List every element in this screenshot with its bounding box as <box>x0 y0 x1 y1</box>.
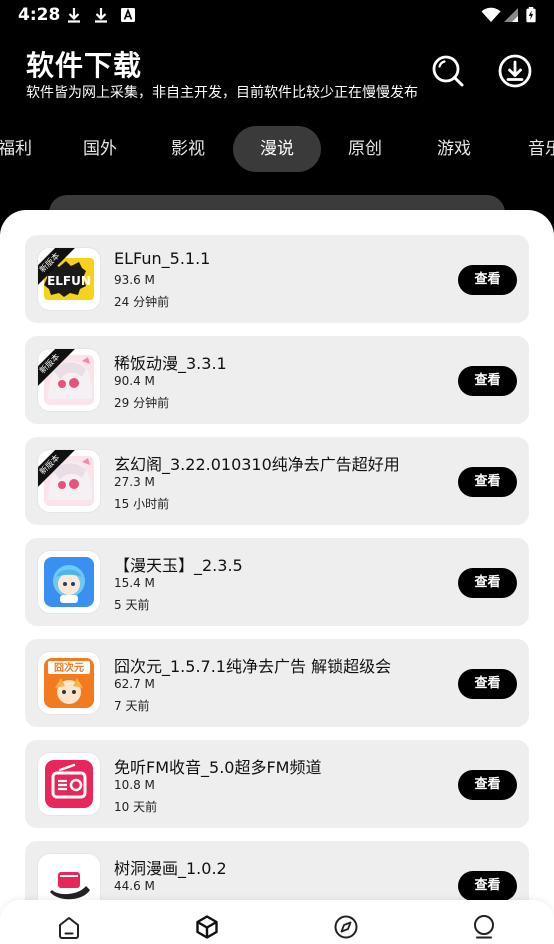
radio-app-icon <box>38 753 100 815</box>
app-name: 【漫天玉】_2.3.5 <box>114 556 243 575</box>
tab-yuanchuang[interactable]: 原创 <box>334 126 396 172</box>
app-size: 44.6 M <box>114 879 155 893</box>
svg-text:ELFUN: ELFUN <box>47 274 91 288</box>
app-time: 10 天前 <box>114 800 158 814</box>
download-circle-icon[interactable] <box>497 53 533 89</box>
elfun-app-icon: ELFUN 新版本 <box>38 248 100 310</box>
app-time: 15 小时前 <box>114 497 170 511</box>
view-button[interactable]: 查看 <box>458 669 517 699</box>
view-button[interactable]: 查看 <box>458 366 517 396</box>
a-notification-icon <box>121 8 135 22</box>
view-button[interactable]: 查看 <box>458 770 517 800</box>
wifi-icon <box>481 7 501 22</box>
blue-hair-chibi-app-icon <box>38 551 100 613</box>
app-name: 囧次元_1.5.7.1纯净去广告 解锁超级会 <box>114 657 392 676</box>
category-tabs: 福利 国外 影视 漫说 原创 游戏 音乐 <box>0 126 554 172</box>
app-time: 7 天前 <box>114 699 150 713</box>
app-size: 27.3 M <box>114 475 155 489</box>
app-time: 24 分钟前 <box>114 295 170 309</box>
bottom-navigation <box>0 900 554 944</box>
app-size: 90.4 M <box>114 374 155 388</box>
view-button[interactable]: 查看 <box>458 568 517 598</box>
app-size: 62.7 M <box>114 677 155 691</box>
status-bar: 4:28 <box>0 0 554 32</box>
download-icon <box>95 8 107 23</box>
jiongciyuan-app-icon: 囧次元 <box>38 652 100 714</box>
app-name: ELFun_5.1.1 <box>114 249 211 268</box>
view-button[interactable]: 查看 <box>458 871 517 901</box>
page-subtitle: 软件皆为网上采集，非自主开发，目前软件比较少正在慢慢发布 <box>26 85 418 101</box>
app-card[interactable]: 【漫天玉】_2.3.5 15.4 M 5 天前 查看 <box>25 538 529 626</box>
app-size: 93.6 M <box>114 273 155 287</box>
status-time: 4:28 <box>18 5 61 25</box>
app-name: 稀饭动漫_3.3.1 <box>114 354 227 373</box>
app-time: 5 天前 <box>114 598 150 612</box>
battery-icon <box>526 7 536 23</box>
app-card[interactable]: 新版本 玄幻阁_3.22.010310纯净去广告超好用 27.3 M 15 小时… <box>25 437 529 525</box>
app-card[interactable]: 免听FM收音_5.0超多FM频道 10.8 M 10 天前 查看 <box>25 740 529 828</box>
download-icon <box>68 8 80 23</box>
tab-manshuo[interactable]: 漫说 <box>233 126 321 172</box>
page-title: 软件下载 <box>26 49 143 82</box>
signal-icon <box>504 8 518 22</box>
anime-girl-app-icon: 新版本 <box>38 349 100 411</box>
view-button[interactable]: 查看 <box>458 265 517 295</box>
app-name: 免听FM收音_5.0超多FM频道 <box>114 758 322 777</box>
tab-guowai[interactable]: 国外 <box>69 126 131 172</box>
app-icon-label: 囧次元 <box>54 661 84 674</box>
app-name: 玄幻阁_3.22.010310纯净去广告超好用 <box>114 455 400 474</box>
tab-yinyue[interactable]: 音乐 <box>514 126 554 172</box>
tab-youxi[interactable]: 游戏 <box>423 126 485 172</box>
profile-icon[interactable] <box>471 914 497 940</box>
anime-girl-app-icon: 新版本 <box>38 450 100 512</box>
tab-yingshi[interactable]: 影视 <box>157 126 219 172</box>
app-card[interactable]: 囧次元 囧次元_1.5.7.1纯净去广告 解锁超级会 62.7 M 7 天前 查… <box>25 639 529 727</box>
cube-icon[interactable] <box>194 914 220 940</box>
app-card[interactable]: 新版本 稀饭动漫_3.3.1 90.4 M 29 分钟前 查看 <box>25 336 529 424</box>
home-icon[interactable] <box>56 914 82 940</box>
tab-fuli[interactable]: 福利 <box>0 126 46 172</box>
view-button[interactable]: 查看 <box>458 467 517 497</box>
app-name: 树洞漫画_1.0.2 <box>114 859 227 878</box>
app-card[interactable]: ELFUN 新版本 ELFun_5.1.1 93.6 M 24 分钟前 查看 <box>25 235 529 323</box>
app-list-sheet[interactable]: ELFUN 新版本 ELFun_5.1.1 93.6 M 24 分钟前 查看 新… <box>0 210 554 944</box>
app-size: 10.8 M <box>114 778 155 792</box>
app-size: 15.4 M <box>114 576 155 590</box>
compass-icon[interactable] <box>333 914 359 940</box>
search-icon[interactable] <box>430 53 466 89</box>
app-time: 29 分钟前 <box>114 396 170 410</box>
